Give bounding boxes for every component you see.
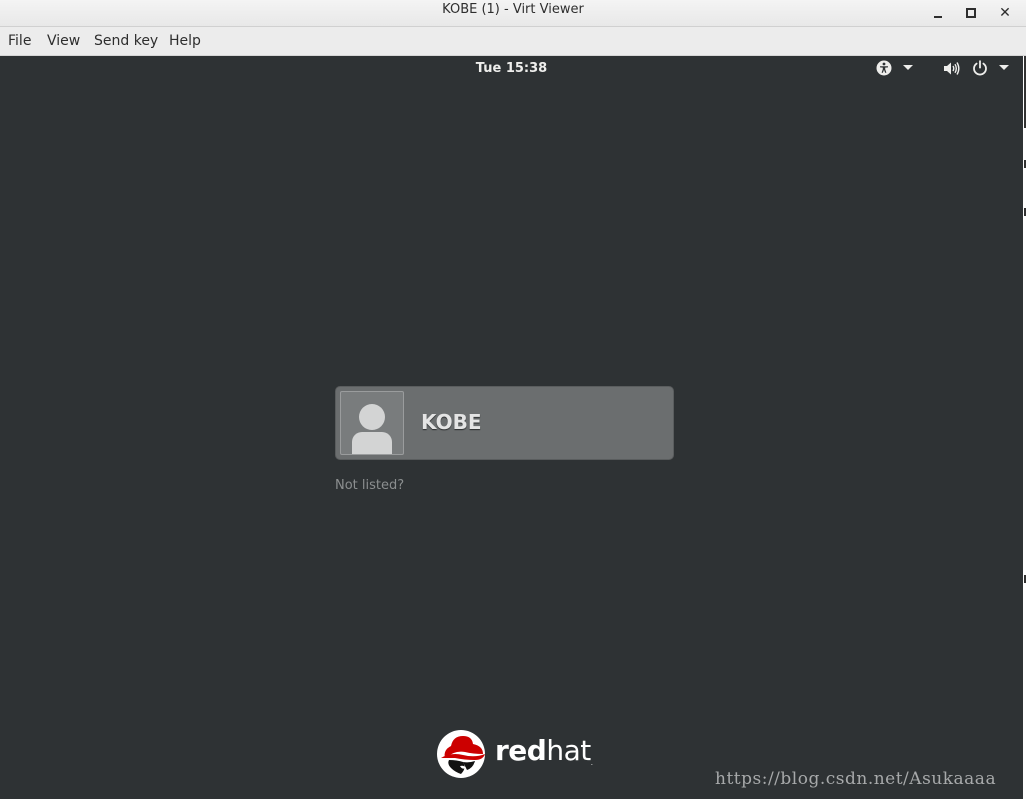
menu-send-key[interactable]: Send key bbox=[94, 33, 158, 49]
maximize-button[interactable] bbox=[955, 0, 987, 26]
watermark-url: https://blog.csdn.net/Asukaaaa bbox=[715, 769, 997, 789]
volume-icon[interactable] bbox=[943, 61, 960, 80]
virt-viewer-window: KOBE (1) - Virt Viewer ✕ File View Send … bbox=[0, 0, 1026, 799]
minimize-icon bbox=[934, 16, 942, 18]
close-icon: ✕ bbox=[999, 5, 1011, 21]
not-listed-link[interactable]: Not listed? bbox=[335, 478, 404, 493]
close-button[interactable]: ✕ bbox=[989, 0, 1021, 26]
minimize-button[interactable] bbox=[922, 0, 954, 26]
redhat-shadowman-icon bbox=[437, 730, 485, 778]
menu-bar: File View Send key Help bbox=[0, 27, 1026, 56]
power-icon[interactable] bbox=[972, 60, 988, 80]
accessibility-menu-chevron-down-icon[interactable] bbox=[903, 65, 913, 70]
menu-help[interactable]: Help bbox=[169, 33, 201, 49]
menu-view[interactable]: View bbox=[47, 33, 80, 49]
menu-file[interactable]: File bbox=[8, 33, 31, 49]
redhat-wordmark: redhat. bbox=[495, 734, 593, 767]
user-name: KOBE bbox=[421, 410, 482, 434]
title-bar[interactable]: KOBE (1) - Virt Viewer ✕ bbox=[0, 0, 1026, 27]
top-bar-clock[interactable]: Tue 15:38 bbox=[0, 61, 1023, 76]
avatar bbox=[340, 391, 404, 455]
accessibility-icon[interactable] bbox=[876, 60, 892, 80]
system-menu-chevron-down-icon[interactable] bbox=[999, 65, 1009, 70]
window-title: KOBE (1) - Virt Viewer bbox=[442, 2, 584, 17]
user-list-item[interactable]: KOBE bbox=[336, 387, 673, 459]
redhat-logo: redhat. bbox=[437, 728, 597, 780]
maximize-icon bbox=[966, 8, 976, 18]
guest-display[interactable]: Tue 15:38 KOBE Not listed? redhat. https… bbox=[0, 56, 1023, 799]
